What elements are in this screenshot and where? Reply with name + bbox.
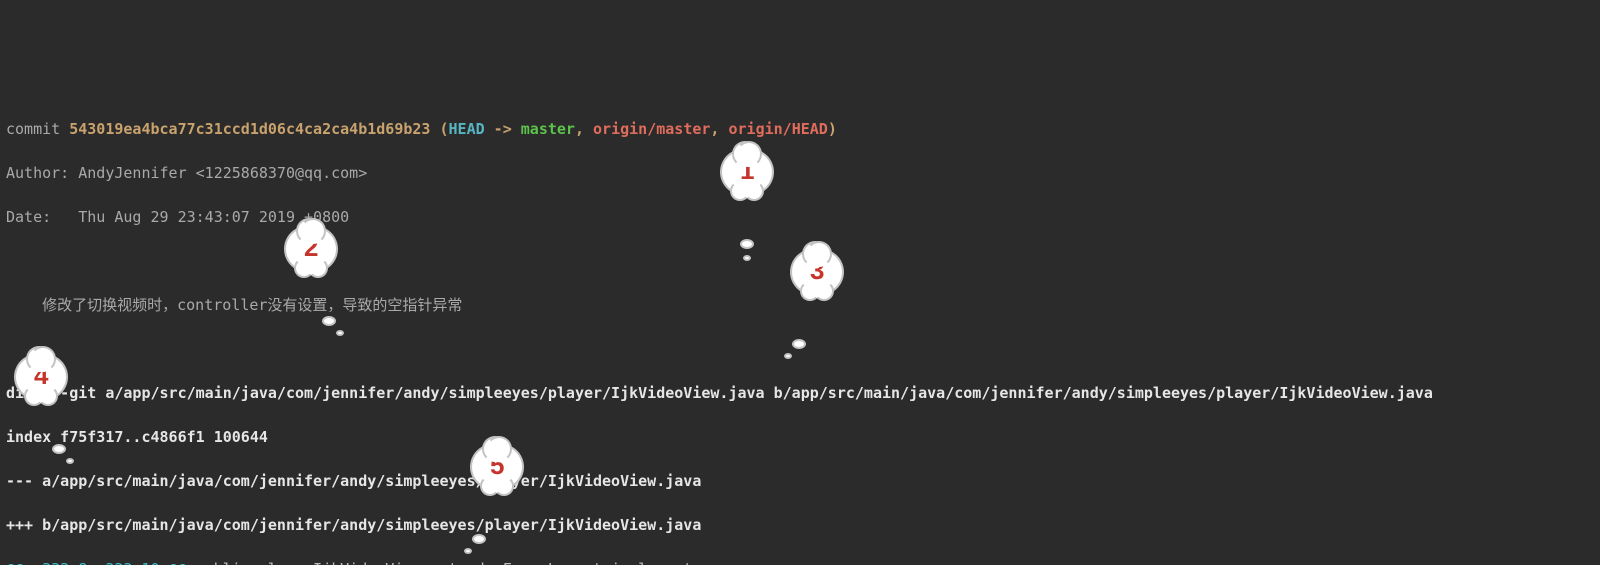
branch-remote-2: origin/HEAD — [728, 120, 827, 138]
arrow: -> — [485, 120, 521, 138]
branch-local: master — [521, 120, 575, 138]
plus-file: +++ b/app/src/main/java/com/jennifer/and… — [6, 514, 1594, 536]
paren-open: ( — [430, 120, 448, 138]
commit-label: commit — [6, 120, 60, 138]
hunk-context: public class IjkVideoView extends FrameL… — [187, 560, 702, 565]
diff-header: diff --git a/app/src/main/java/com/jenni… — [6, 382, 1594, 404]
blank-line — [6, 250, 1594, 272]
blank-line — [6, 338, 1594, 360]
index-line: index f75f317..c4866f1 100644 — [6, 426, 1594, 448]
commit-line: commit 543019ea4bca77c31ccd1d06c4ca2ca4b… — [6, 118, 1594, 140]
branch-remote-1: origin/master — [593, 120, 710, 138]
hunk-range: @@ -333,8 +333,10 @@ — [6, 560, 187, 565]
date-line: Date: Thu Aug 29 23:43:07 2019 +0800 — [6, 206, 1594, 228]
commit-message: 修改了切换视频时，controller没有设置，导致的空指针异常 — [6, 294, 1594, 316]
commit-hash: 543019ea4bca77c31ccd1d06c4ca2ca4b1d69b23 — [69, 120, 430, 138]
minus-file: --- a/app/src/main/java/com/jennifer/and… — [6, 470, 1594, 492]
hunk-header: @@ -333,8 +333,10 @@ public class IjkVid… — [6, 558, 1594, 565]
head-ref: HEAD — [449, 120, 485, 138]
paren-close: ) — [828, 120, 837, 138]
terminal-output: commit 543019ea4bca77c31ccd1d06c4ca2ca4b… — [0, 90, 1600, 565]
author-line: Author: AndyJennifer <1225868370@qq.com> — [6, 162, 1594, 184]
